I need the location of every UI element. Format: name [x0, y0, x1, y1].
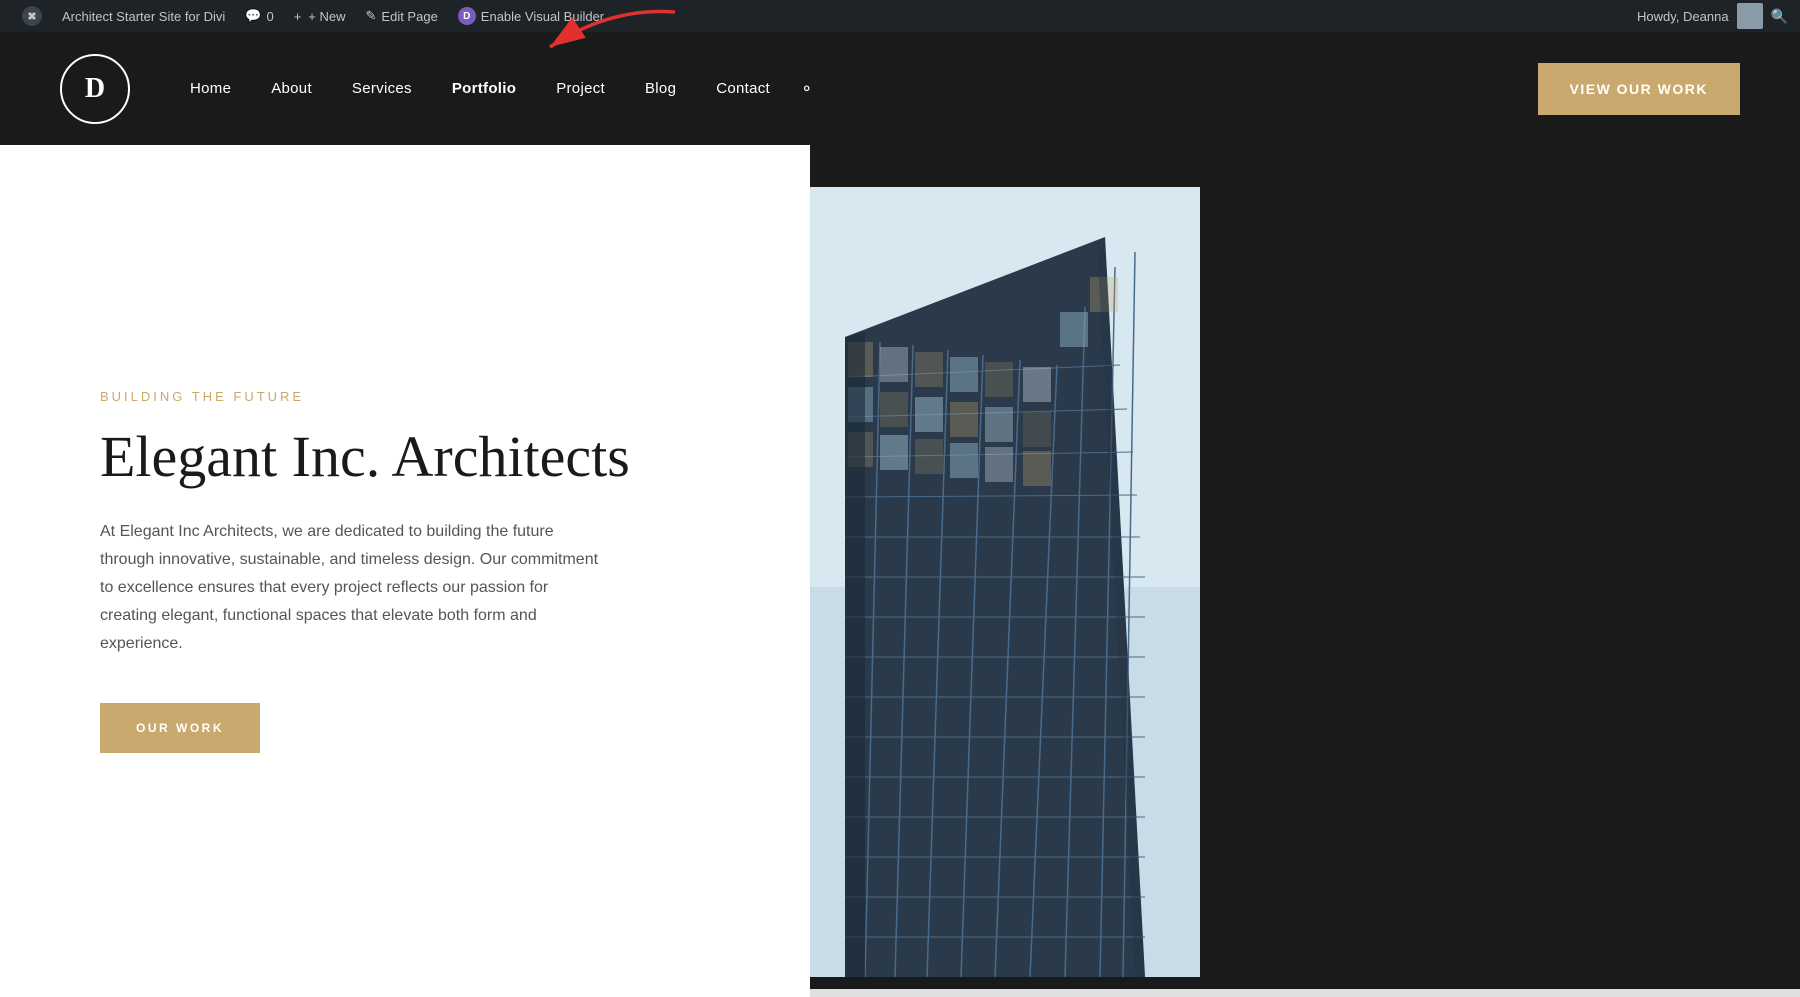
nav-portfolio[interactable]: Portfolio: [432, 80, 536, 97]
site-logo[interactable]: D: [60, 54, 130, 124]
nav-project[interactable]: Project: [536, 80, 625, 97]
enable-vb-label: Enable Visual Builder: [481, 9, 604, 24]
site-nav: Home About Services Portfolio Project Bl…: [170, 79, 1538, 99]
wordpress-icon: ✖: [22, 6, 42, 26]
new-item[interactable]: + + New: [284, 0, 356, 32]
comment-count: 0: [266, 9, 273, 24]
new-icon: +: [294, 9, 302, 24]
new-label: + New: [308, 9, 345, 24]
admin-bar: ✖ Architect Starter Site for Divi 💬 0 + …: [0, 0, 1800, 32]
site-title-item[interactable]: Architect Starter Site for Divi: [52, 0, 235, 32]
hero-subtitle: BUILDING THE FUTURE: [100, 389, 710, 404]
edit-page-label: Edit Page: [381, 9, 437, 24]
wp-logo-item[interactable]: ✖: [12, 0, 52, 32]
hero-description: At Elegant Inc Architects, we are dedica…: [100, 518, 600, 658]
nav-search-icon[interactable]: ⚬: [790, 79, 823, 99]
site-title-text: Architect Starter Site for Divi: [62, 9, 225, 24]
hero-right-section: [810, 145, 1800, 997]
our-work-button[interactable]: OUR WORK: [100, 703, 260, 753]
user-avatar: [1737, 3, 1763, 29]
building-svg: [765, 187, 1200, 977]
nav-about[interactable]: About: [251, 80, 332, 97]
nav-blog[interactable]: Blog: [625, 80, 696, 97]
divi-icon: D: [458, 7, 476, 25]
nav-home[interactable]: Home: [170, 80, 251, 97]
nav-contact[interactable]: Contact: [696, 80, 790, 97]
building-image: [765, 187, 1200, 977]
main-content: BUILDING THE FUTURE Elegant Inc. Archite…: [0, 145, 1800, 997]
hero-left-section: BUILDING THE FUTURE Elegant Inc. Archite…: [0, 145, 810, 997]
comments-item[interactable]: 💬 0: [235, 0, 283, 32]
comment-icon: 💬: [245, 8, 261, 24]
admin-bar-right: Howdy, Deanna 🔍: [1637, 3, 1788, 29]
pencil-icon: ✎: [366, 8, 377, 24]
edit-page-item[interactable]: ✎ Edit Page: [356, 0, 448, 32]
admin-search-icon[interactable]: 🔍: [1771, 8, 1788, 25]
howdy-text: Howdy, Deanna: [1637, 9, 1729, 24]
hero-title: Elegant Inc. Architects: [100, 424, 710, 491]
nav-services[interactable]: Services: [332, 80, 432, 97]
enable-vb-item[interactable]: D Enable Visual Builder: [448, 0, 614, 32]
view-work-button[interactable]: VIEW OUR WORK: [1538, 63, 1741, 115]
site-header: D Home About Services Portfolio Project …: [0, 32, 1800, 145]
